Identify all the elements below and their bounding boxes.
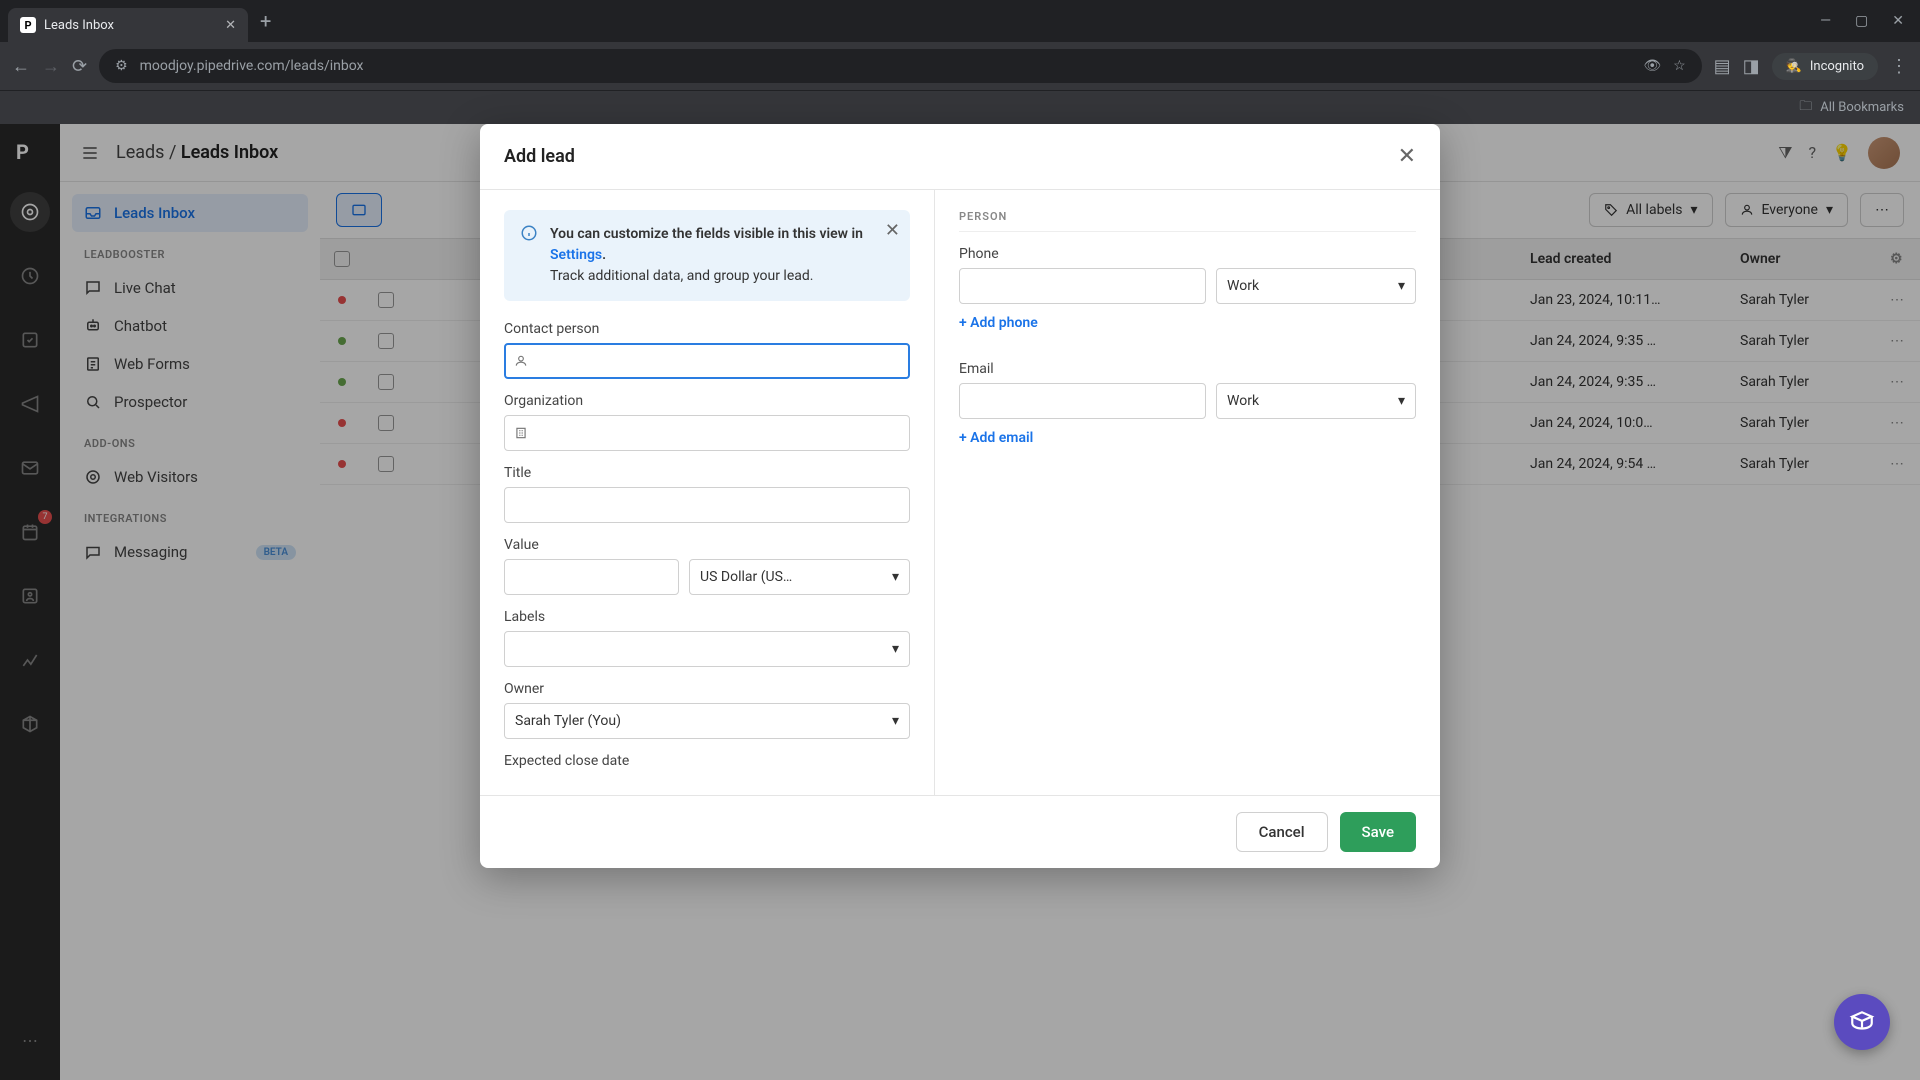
browser-toolbar: ← → ⟳ ⚙ moodjoy.pipedrive.com/leads/inbo… [0,42,1920,90]
site-settings-icon[interactable]: ⚙ [115,58,128,74]
browser-tab-strip: P Leads Inbox ✕ + — ▢ ✕ [0,0,1920,42]
minimize-icon[interactable]: — [1820,13,1831,29]
back-icon[interactable]: ← [12,56,30,77]
bookmarks-bar: 🗀 All Bookmarks [0,90,1920,124]
info-text: You can customize the fields visible in … [550,224,894,287]
field-label: Labels [504,609,910,625]
labels-select[interactable]: ▾ [504,631,910,667]
chevron-down-icon: ▾ [892,713,899,729]
url-bar[interactable]: ⚙ moodjoy.pipedrive.com/leads/inbox 👁 ☆ [99,49,1702,83]
tab-title: Leads Inbox [44,18,114,33]
chevron-down-icon: ▾ [1398,393,1405,409]
chevron-down-icon: ▾ [892,641,899,657]
modal-right-panel: PERSON Phone Work ▾ + Add phone Email Wo… [935,190,1440,795]
section-label: PERSON [959,210,1416,232]
cancel-button[interactable]: Cancel [1236,812,1328,852]
info-text-part: . [602,247,606,263]
save-button[interactable]: Save [1340,812,1416,852]
info-text-part: You can customize the fields visible in … [550,226,863,242]
select-value: Sarah Tyler (You) [515,713,621,729]
modal-header: Add lead ✕ [480,124,1440,190]
field-label: Value [504,537,910,553]
close-window-icon[interactable]: ✕ [1892,13,1904,29]
all-bookmarks[interactable]: All Bookmarks [1820,100,1904,115]
incognito-label: Incognito [1810,59,1864,74]
help-fab[interactable] [1834,994,1890,1050]
new-tab-button[interactable]: + [248,9,283,33]
modal-left-panel: You can customize the fields visible in … [480,190,935,795]
select-value: US Dollar (US… [700,569,792,585]
field-label: Title [504,465,910,481]
value-input[interactable] [504,559,679,595]
playlist-icon[interactable]: ▤ [1714,56,1731,77]
incognito-badge: 🕵 Incognito [1772,53,1878,80]
settings-link[interactable]: Settings [550,247,602,263]
reload-icon[interactable]: ⟳ [72,56,87,77]
panel-icon[interactable]: ◨ [1743,56,1760,77]
chevron-down-icon: ▾ [1398,278,1405,294]
person-icon [514,354,528,368]
phone-type-select[interactable]: Work ▾ [1216,268,1416,304]
visibility-icon[interactable]: 👁 [1643,58,1661,74]
field-label: Contact person [504,321,910,337]
maximize-icon[interactable]: ▢ [1855,13,1868,29]
window-controls: — ▢ ✕ [1820,13,1912,29]
phone-input[interactable] [959,268,1206,304]
title-input[interactable] [504,487,910,523]
field-label: Email [959,361,1416,377]
info-text-part: Track additional data, and group your le… [550,268,813,284]
contact-person-input[interactable] [504,343,910,379]
currency-select[interactable]: US Dollar (US… ▾ [689,559,910,595]
field-label: Organization [504,393,910,409]
add-lead-modal: Add lead ✕ You can customize the fields … [480,124,1440,868]
field-label: Expected close date [504,753,910,769]
organization-input[interactable] [504,415,910,451]
folder-icon: 🗀 [1799,97,1812,119]
owner-select[interactable]: Sarah Tyler (You) ▾ [504,703,910,739]
browser-tab[interactable]: P Leads Inbox ✕ [8,8,248,42]
incognito-icon: 🕵 [1786,59,1802,74]
field-label: Phone [959,246,1416,262]
url-text: moodjoy.pipedrive.com/leads/inbox [140,58,1632,74]
select-value: Work [1227,278,1259,294]
close-icon[interactable]: ✕ [1398,144,1416,169]
email-type-select[interactable]: Work ▾ [1216,383,1416,419]
banner-close-icon[interactable]: ✕ [885,220,900,241]
favicon: P [20,17,36,33]
bookmark-star-icon[interactable]: ☆ [1673,58,1686,74]
email-input[interactable] [959,383,1206,419]
building-icon [514,426,528,440]
info-banner: You can customize the fields visible in … [504,210,910,301]
modal-title: Add lead [504,146,575,167]
field-label: Owner [504,681,910,697]
info-icon [520,224,538,287]
add-email-link[interactable]: + Add email [959,430,1033,446]
tab-close-icon[interactable]: ✕ [225,18,236,33]
browser-menu-icon[interactable]: ⋮ [1890,56,1908,77]
modal-footer: Cancel Save [480,795,1440,868]
select-value: Work [1227,393,1259,409]
forward-icon: → [42,56,60,77]
chevron-down-icon: ▾ [892,569,899,585]
add-phone-link[interactable]: + Add phone [959,315,1038,331]
